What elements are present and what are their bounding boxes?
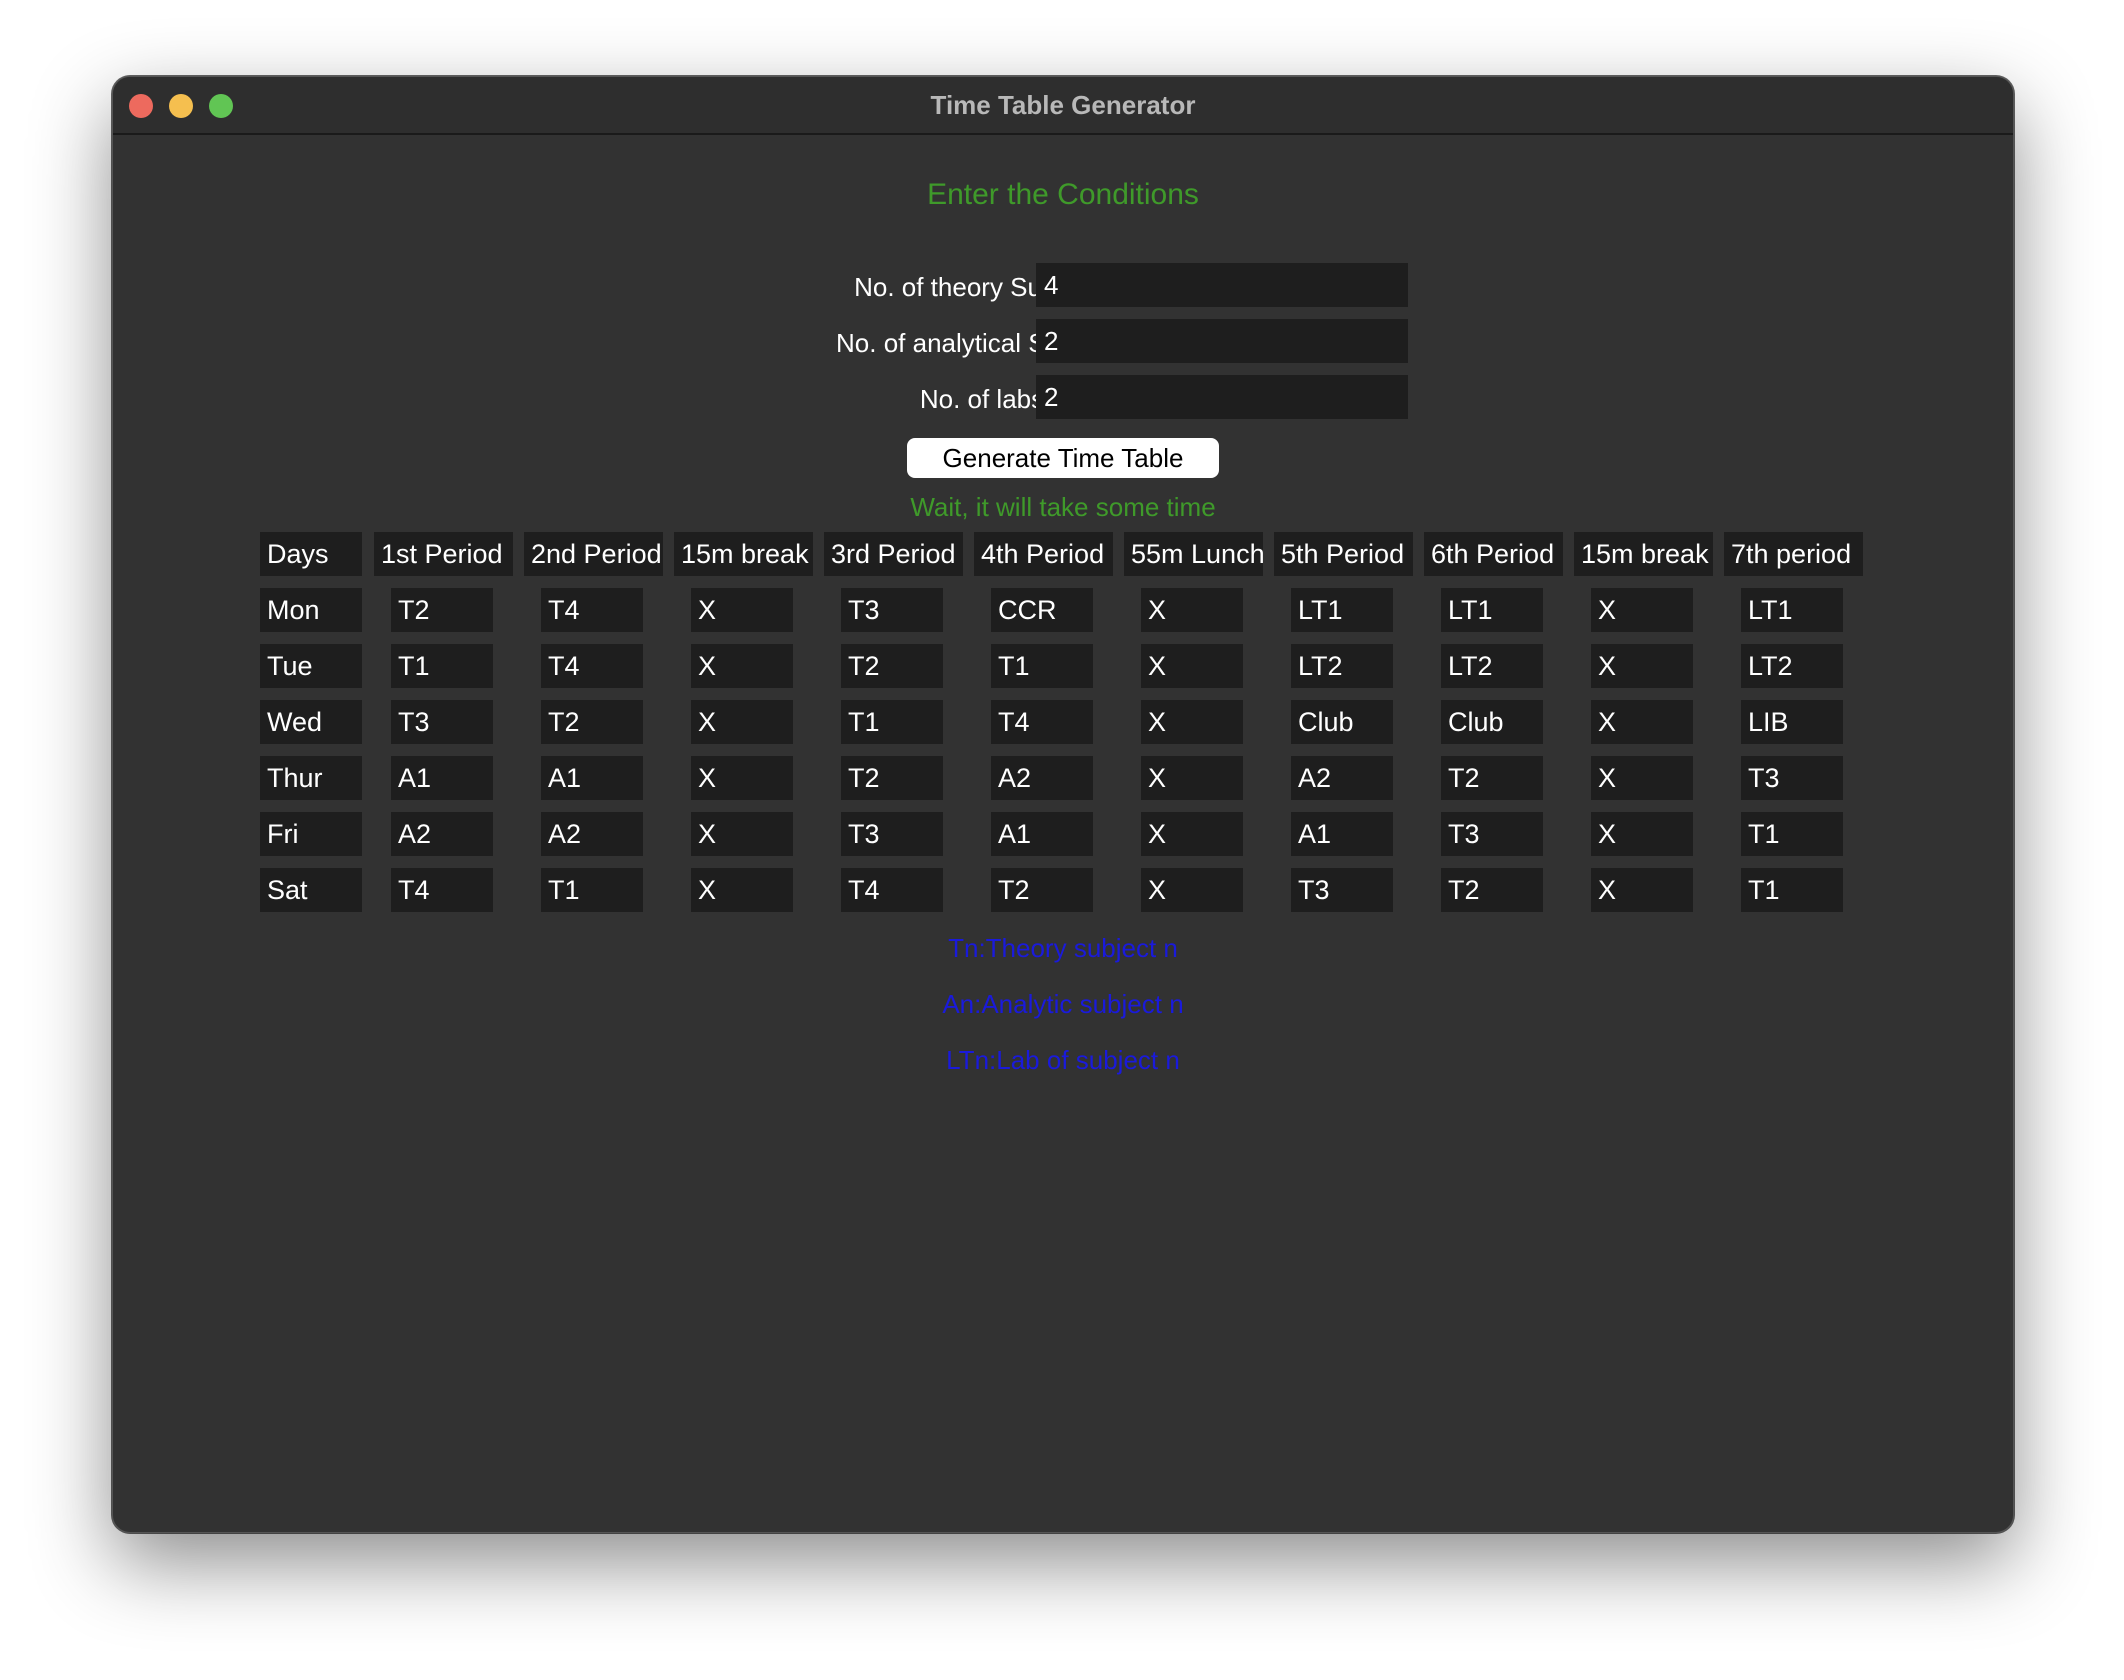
timetable-cell: Club: [1441, 700, 1543, 744]
timetable-header-cell: 55m Lunch: [1124, 532, 1263, 576]
timetable-cell: T4: [541, 644, 643, 688]
timetable-cell: T3: [1291, 868, 1393, 912]
timetable-cell: X: [691, 812, 793, 856]
timetable-cell: A1: [391, 756, 493, 800]
timetable-cell: LIB: [1741, 700, 1843, 744]
timetable-cell: T4: [391, 868, 493, 912]
timetable-cell: A2: [991, 756, 1093, 800]
timetable-cell: X: [1141, 868, 1243, 912]
timetable-cell: X: [1591, 588, 1693, 632]
timetable-cell: X: [1141, 644, 1243, 688]
timetable-cell: X: [1141, 812, 1243, 856]
title-bar[interactable]: Time Table Generator: [113, 77, 2013, 135]
generate-timetable-button[interactable]: Generate Time Table: [907, 438, 1219, 478]
window-title: Time Table Generator: [930, 90, 1196, 120]
timetable-cell: T2: [841, 756, 943, 800]
timetable-cell: T1: [1741, 868, 1843, 912]
timetable-cell: LT2: [1291, 644, 1393, 688]
timetable-cell: X: [1591, 868, 1693, 912]
timetable-cell: A1: [1291, 812, 1393, 856]
timetable-cell: T2: [841, 644, 943, 688]
timetable-header-cell: Days: [260, 532, 362, 576]
timetable-day-cell: Mon: [260, 588, 362, 632]
timetable-cell: T1: [391, 644, 493, 688]
timetable-cell: T3: [391, 700, 493, 744]
timetable-cell: X: [691, 756, 793, 800]
theory-subjects-input[interactable]: [1036, 263, 1408, 307]
timetable-header-cell: 6th Period: [1424, 532, 1563, 576]
timetable-cell: Club: [1291, 700, 1393, 744]
timetable-cell: T4: [841, 868, 943, 912]
timetable-cell: T4: [541, 588, 643, 632]
timetable-header-cell: 4th Period: [974, 532, 1113, 576]
timetable-cell: X: [1591, 812, 1693, 856]
timetable-cell: T2: [541, 700, 643, 744]
timetable-cell: X: [1591, 756, 1693, 800]
timetable-cell: LT1: [1291, 588, 1393, 632]
timetable-cell: X: [1141, 700, 1243, 744]
app-window: Time Table Generator Enter the Condition…: [112, 76, 2014, 1533]
timetable-cell: T2: [1441, 756, 1543, 800]
timetable-day-cell: Thur: [260, 756, 362, 800]
timetable-cell: T1: [541, 868, 643, 912]
timetable-header-cell: 3rd Period: [824, 532, 963, 576]
status-message: Wait, it will take some time: [910, 492, 1216, 522]
timetable-cell: T3: [1441, 812, 1543, 856]
timetable-cell: X: [691, 644, 793, 688]
timetable-cell: LT1: [1741, 588, 1843, 632]
timetable-cell: X: [691, 700, 793, 744]
timetable-cell: X: [1141, 588, 1243, 632]
timetable-cell: X: [1591, 644, 1693, 688]
timetable-cell: X: [1591, 700, 1693, 744]
analytical-subjects-input[interactable]: [1036, 319, 1408, 363]
timetable-cell: X: [691, 868, 793, 912]
timetable-day-cell: Wed: [260, 700, 362, 744]
legend-theory: Tn:Theory subject n: [948, 933, 1178, 963]
timetable-cell: LT2: [1441, 644, 1543, 688]
timetable-cell: T1: [1741, 812, 1843, 856]
timetable-cell: T2: [991, 868, 1093, 912]
timetable-cell: T3: [1741, 756, 1843, 800]
timetable-cell: CCR: [991, 588, 1093, 632]
labs-input[interactable]: [1036, 375, 1408, 419]
timetable-day-cell: Tue: [260, 644, 362, 688]
timetable-header-cell: 7th period: [1724, 532, 1863, 576]
timetable-cell: A2: [541, 812, 643, 856]
form-heading: Enter the Conditions: [927, 178, 1199, 211]
legend-lab: LTn:Lab of subject n: [946, 1045, 1180, 1075]
timetable-cell: LT2: [1741, 644, 1843, 688]
timetable-cell: T2: [391, 588, 493, 632]
timetable-header-cell: 1st Period: [374, 532, 513, 576]
timetable-day-cell: Sat: [260, 868, 362, 912]
timetable-cell: T1: [841, 700, 943, 744]
timetable-cell: X: [1141, 756, 1243, 800]
timetable-day-cell: Fri: [260, 812, 362, 856]
timetable-cell: LT1: [1441, 588, 1543, 632]
timetable-cell: A2: [1291, 756, 1393, 800]
timetable-cell: A1: [541, 756, 643, 800]
timetable-cell: A2: [391, 812, 493, 856]
timetable-header-cell: 2nd Period: [524, 532, 663, 576]
timetable-header-cell: 15m break: [674, 532, 813, 576]
timetable-cell: T4: [991, 700, 1093, 744]
timetable-cell: A1: [991, 812, 1093, 856]
timetable-cell: T2: [1441, 868, 1543, 912]
timetable-header-cell: 5th Period: [1274, 532, 1413, 576]
timetable-header-cell: 15m break: [1574, 532, 1713, 576]
timetable-cell: X: [691, 588, 793, 632]
legend-analytic: An:Analytic subject n: [942, 989, 1184, 1019]
timetable-cell: T1: [991, 644, 1093, 688]
timetable-cell: T3: [841, 588, 943, 632]
timetable-cell: T3: [841, 812, 943, 856]
